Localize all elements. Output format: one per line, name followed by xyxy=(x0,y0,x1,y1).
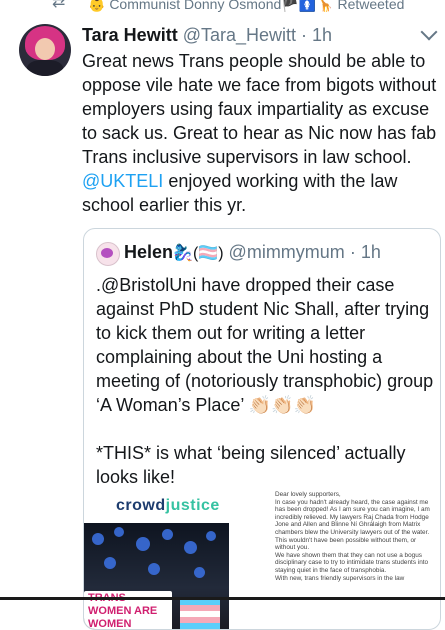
header-separator: · xyxy=(301,25,308,45)
tweet-header: Tara Hewitt @Tara_Hewitt · 1h xyxy=(82,24,332,46)
author-name[interactable]: Tara Hewitt xyxy=(82,25,178,45)
letter-text: Dear lovely supporters, In case you hadn… xyxy=(275,491,430,582)
mention-link[interactable]: @UKTELI xyxy=(82,171,163,191)
tweet-text-part-1: Great news Trans people should be able t… xyxy=(82,51,437,167)
quoted-header-separator: · xyxy=(349,242,356,262)
chevron-down-icon[interactable] xyxy=(420,23,438,41)
quoted-avatar[interactable] xyxy=(96,242,120,266)
crowdjustice-logo: crowdjustice xyxy=(116,497,220,514)
quoted-tweet-timestamp[interactable]: 1h xyxy=(361,242,381,262)
retweet-icon: ⇄ xyxy=(52,0,66,11)
tweet-text: Great news Trans people should be able t… xyxy=(82,49,437,217)
quoted-author-handle[interactable]: @mimmymum xyxy=(229,242,345,262)
quoted-author-name[interactable]: Helen xyxy=(124,242,173,262)
letter-image[interactable]: Dear lovely supporters, In case you hadn… xyxy=(275,491,435,629)
avatar[interactable] xyxy=(19,24,71,76)
tweet-timestamp[interactable]: 1h xyxy=(312,25,332,45)
retweet-context-bar[interactable]: ⇄ 👶 Communist Donny Osmond🏴🚺🦒 Retweeted xyxy=(0,0,445,14)
quoted-author-emoji: 🧞‍♀️(🏳️‍⚧️) xyxy=(173,245,224,262)
trans-flag xyxy=(180,599,220,629)
author-handle[interactable]: @Tara_Hewitt xyxy=(183,25,296,45)
quoted-tweet-header: Helen🧞‍♀️(🏳️‍⚧️) @mimmymum · 1h xyxy=(124,241,381,265)
protest-photo: TRANS WOMEN ARE WOMEN xyxy=(84,523,229,629)
retweeted-by-text: 👶 Communist Donny Osmond🏴🚺🦒 Retweeted xyxy=(88,0,405,12)
crowdjustice-image[interactable]: crowdjustice TRANS WOMEN ARE WOMEN xyxy=(84,491,229,629)
quoted-tweet-text: .@BristolUni have dropped their case aga… xyxy=(96,275,434,487)
quoted-tweet-media[interactable]: crowdjustice TRANS WOMEN ARE WOMEN Dear … xyxy=(84,491,440,629)
quoted-tweet-card[interactable]: Helen🧞‍♀️(🏳️‍⚧️) @mimmymum · 1h .@Bristo… xyxy=(83,228,441,630)
